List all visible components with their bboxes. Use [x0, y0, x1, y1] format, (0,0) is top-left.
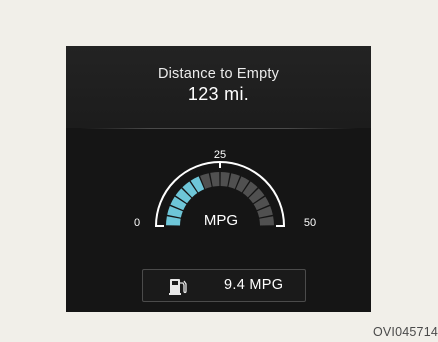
gauge-min-label: 0 — [134, 217, 140, 229]
fuel-economy-box: 9.4 MPG — [142, 269, 306, 302]
fuel-economy-value: 9.4 MPG — [224, 277, 284, 293]
gauge-segment-lit — [166, 216, 181, 226]
gauge-segment-unlit — [210, 172, 220, 187]
gauge-segment-unlit — [259, 216, 274, 226]
fuel-pump-icon — [169, 279, 187, 295]
instrument-cluster-display: Distance to Empty 123 mi. 25 0 50 MPG 9.… — [66, 46, 371, 312]
gauge-segment-unlit — [220, 172, 230, 187]
gauge-max-label: 50 — [304, 217, 316, 229]
figure-code: OVI045714 — [372, 325, 438, 339]
gauge-mid-label: 25 — [214, 149, 226, 161]
gauge-unit-label: MPG — [204, 212, 238, 229]
